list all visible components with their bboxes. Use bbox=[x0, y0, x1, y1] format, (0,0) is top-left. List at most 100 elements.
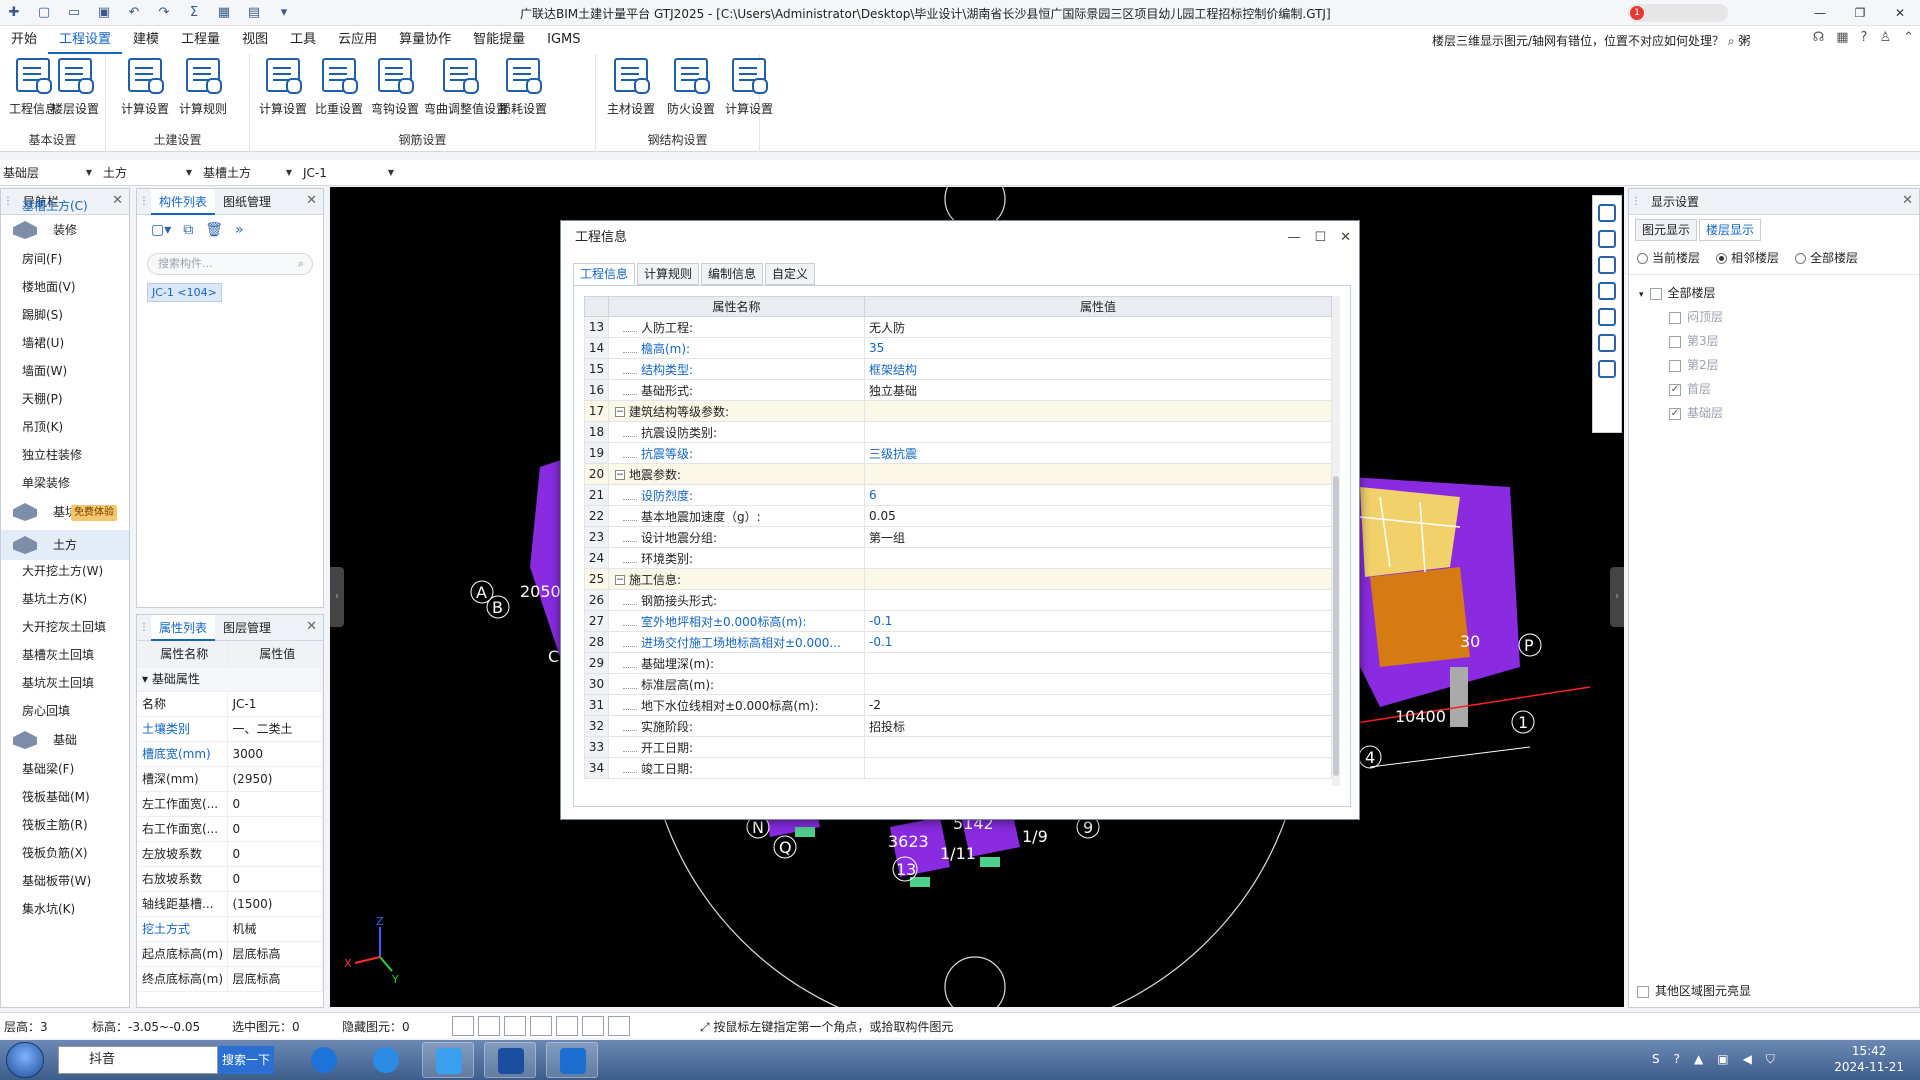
notification-pill[interactable]: 1 bbox=[1628, 4, 1728, 22]
shirt-icon[interactable]: ♙ bbox=[1879, 30, 1891, 45]
property-row[interactable]: 名称 JC-1 bbox=[137, 691, 323, 717]
dialog-scrollbar[interactable] bbox=[1332, 296, 1340, 786]
angle-icon[interactable] bbox=[530, 1016, 552, 1036]
attr-value[interactable]: 35 bbox=[864, 337, 1332, 359]
attr-value[interactable] bbox=[864, 421, 1332, 443]
menu-item[interactable]: IGMS bbox=[536, 26, 591, 54]
attr-value[interactable]: -0.1 bbox=[864, 610, 1332, 632]
property-row[interactable]: 左工作面宽(... 0 bbox=[137, 791, 323, 817]
floor-tree-root[interactable]: ▾ 全部楼层 bbox=[1639, 281, 1919, 305]
nav-item[interactable]: 基槽土方(C) bbox=[1, 192, 88, 220]
taskbar-app-2[interactable] bbox=[422, 1042, 474, 1078]
collapse-icon[interactable]: − bbox=[615, 575, 625, 585]
floor-item[interactable]: 第3层 bbox=[1639, 329, 1919, 353]
component-select[interactable]: JC-1 ▼ bbox=[300, 163, 398, 183]
property-row[interactable]: 轴线距基槽... (1500) bbox=[137, 891, 323, 917]
attr-value[interactable] bbox=[864, 589, 1332, 611]
taskbar-clock[interactable]: 15:42 2024-11-21 bbox=[1834, 1043, 1904, 1075]
ribbon-button[interactable]: 弯钩设置 bbox=[366, 58, 424, 117]
tab-property-list[interactable]: 属性列表 bbox=[151, 614, 216, 641]
nav-item[interactable]: 筏板主筋(R) bbox=[1, 811, 129, 839]
rect-select-icon[interactable] bbox=[478, 1016, 500, 1036]
checkbox[interactable] bbox=[1669, 359, 1681, 372]
property-row[interactable]: 终点底标高(m) 层底标高 bbox=[137, 966, 323, 992]
attr-value[interactable] bbox=[864, 757, 1332, 779]
menu-item[interactable]: 视图 bbox=[231, 26, 279, 54]
checkbox[interactable] bbox=[1669, 311, 1681, 324]
grip-icon[interactable]: ⋮ bbox=[137, 622, 151, 633]
grip-icon[interactable]: ⋮ bbox=[1629, 196, 1643, 207]
free-trial-badge[interactable]: 免费体验 bbox=[71, 505, 117, 521]
nav-item[interactable]: 基础梁(F) bbox=[1, 755, 129, 783]
collapse-icon[interactable]: − bbox=[615, 407, 625, 417]
new-component-icon[interactable]: ▢▾ bbox=[151, 222, 171, 238]
ribbon-button[interactable]: 计算规则 bbox=[174, 58, 232, 117]
property-value[interactable]: 3000 bbox=[227, 741, 323, 767]
nav-item[interactable]: 集水坑(K) bbox=[1, 895, 129, 923]
close-icon[interactable]: ✕ bbox=[112, 193, 123, 208]
ribbon-button[interactable]: 比重设置 bbox=[310, 58, 368, 117]
ribbon-button[interactable]: 计算设置 bbox=[720, 58, 778, 117]
ribbon-button[interactable]: 计算设置 bbox=[116, 58, 174, 117]
tab-layer-manage[interactable]: 图层管理 bbox=[215, 615, 279, 641]
project-info-row[interactable]: 32 实施阶段: 招投标 bbox=[584, 715, 1332, 737]
attr-value[interactable]: 三级抗震 bbox=[864, 442, 1332, 464]
dialog-tab[interactable]: 自定义 bbox=[765, 263, 816, 285]
project-info-row[interactable]: 27 室外地坪相对±0.000标高(m): -0.1 bbox=[584, 610, 1332, 632]
grid-icon[interactable]: ▦ bbox=[216, 5, 232, 21]
property-value[interactable]: 0 bbox=[227, 816, 323, 842]
property-row[interactable]: 起点底标高(m) 层底标高 bbox=[137, 941, 323, 967]
attr-value[interactable] bbox=[864, 547, 1332, 569]
attr-value[interactable]: 6 bbox=[864, 484, 1332, 506]
ribbon-button[interactable]: 防火设置 bbox=[662, 58, 720, 117]
collapse-ribbon-icon[interactable]: ⌃ bbox=[1903, 30, 1914, 45]
snap-icon[interactable] bbox=[556, 1016, 578, 1036]
undo-icon[interactable]: ↶ bbox=[126, 5, 142, 21]
search-icon[interactable]: ⌕ bbox=[1728, 34, 1739, 48]
checkbox[interactable] bbox=[1669, 335, 1681, 348]
tray-shield-icon[interactable]: ⛉ bbox=[1766, 1052, 1775, 1067]
other-area-highlight[interactable]: 其他区域图元亮显 bbox=[1637, 982, 1751, 999]
redo-icon[interactable]: ↷ bbox=[156, 5, 172, 21]
tray-network-icon[interactable]: ▣ bbox=[1717, 1052, 1728, 1067]
floor-select[interactable]: 基础层 ▼ bbox=[0, 163, 96, 183]
project-info-row[interactable]: 31 地下水位线相对±0.000标高(m): -2 bbox=[584, 694, 1332, 716]
minimize-icon[interactable]: — bbox=[1800, 0, 1840, 26]
attr-value[interactable]: 0.05 bbox=[864, 505, 1332, 527]
property-value[interactable]: 一、二类土 bbox=[227, 716, 323, 742]
floor-item[interactable]: 闷顶层 bbox=[1639, 305, 1919, 329]
menu-item[interactable]: 算量协作 bbox=[388, 26, 462, 54]
layer-toggle-icon[interactable] bbox=[1598, 334, 1616, 352]
nav-item[interactable]: 大开挖土方(W) bbox=[1, 557, 129, 585]
attr-value[interactable] bbox=[864, 736, 1332, 758]
cube-view-icon[interactable] bbox=[1598, 282, 1616, 300]
nav-item[interactable]: 基槽灰土回填 bbox=[1, 641, 129, 669]
project-info-row[interactable]: 14 檐高(m): 35 bbox=[584, 337, 1332, 359]
save-icon[interactable]: ▣ bbox=[96, 5, 112, 21]
property-value[interactable]: 层底标高 bbox=[227, 941, 323, 967]
project-info-row[interactable]: 16 基础形式: 独立基础 bbox=[584, 379, 1332, 401]
tray-more-icon[interactable]: ▲ bbox=[1694, 1052, 1703, 1067]
open-file-icon[interactable]: ▭ bbox=[66, 5, 82, 21]
search-input[interactable]: 搜索构件... ⌕ bbox=[147, 253, 313, 275]
grip-icon[interactable]: ⋮ bbox=[137, 196, 151, 207]
ribbon-button[interactable]: 主材设置 bbox=[602, 58, 660, 117]
more-icon[interactable]: » bbox=[235, 222, 244, 238]
taskbar-app-gtj[interactable] bbox=[546, 1042, 598, 1078]
nav-item[interactable]: 踢脚(S) bbox=[1, 301, 129, 329]
project-info-row[interactable]: 13 人防工程: 无人防 bbox=[584, 316, 1332, 338]
menu-item[interactable]: 云应用 bbox=[327, 26, 388, 54]
attr-value[interactable]: 无人防 bbox=[864, 316, 1332, 338]
property-value[interactable]: (2950) bbox=[227, 766, 323, 792]
property-value[interactable]: JC-1 bbox=[227, 691, 323, 717]
more-dropdown-icon[interactable]: ▾ bbox=[276, 5, 292, 21]
floor-scope-radio[interactable]: 相邻楼层 bbox=[1716, 249, 1779, 266]
floor-item[interactable]: 第2层 bbox=[1639, 353, 1919, 377]
menu-item[interactable]: 工程量 bbox=[170, 26, 231, 54]
attr-value[interactable] bbox=[864, 463, 1332, 485]
checkbox[interactable]: ✓ bbox=[1669, 383, 1681, 396]
nav-item[interactable]: 基坑灰土回填 bbox=[1, 669, 129, 697]
ortho-icon[interactable] bbox=[452, 1016, 474, 1036]
close-icon[interactable]: ✕ bbox=[1340, 221, 1351, 255]
tray-volume-icon[interactable]: ◀ bbox=[1743, 1052, 1752, 1067]
